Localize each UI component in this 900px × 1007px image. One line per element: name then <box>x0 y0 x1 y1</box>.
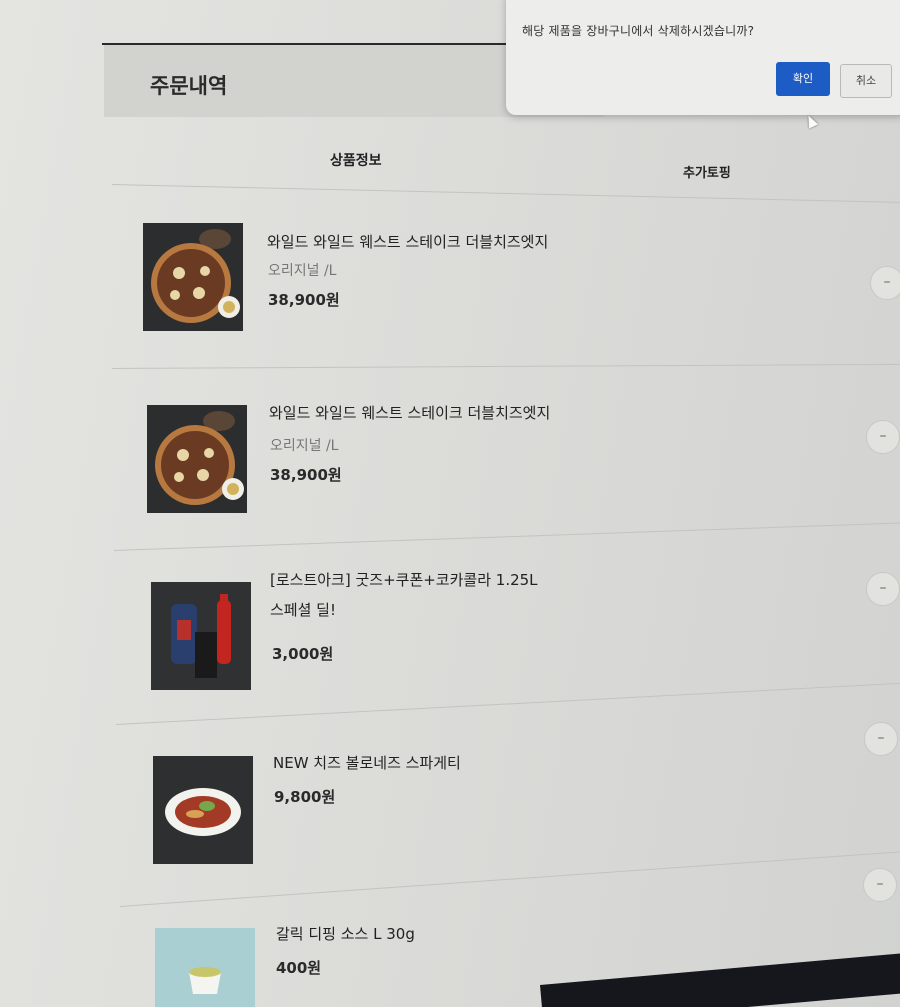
delete-confirm-dialog: 해당 제품을 장바구니에서 삭제하시겠습니까? 확인 취소 <box>506 0 900 115</box>
cancel-button[interactable]: 취소 <box>840 64 892 98</box>
item-name: 와일드 와일드 웨스트 스테이크 더블치즈엣지 <box>267 233 549 251</box>
pizza-image <box>143 223 243 331</box>
quantity-decrease-button[interactable]: – <box>863 868 897 902</box>
quantity-decrease-button[interactable]: – <box>864 722 898 756</box>
column-header-extra-topping: 추가토핑 <box>683 166 731 181</box>
item-price: 38,900원 <box>270 466 342 484</box>
quantity-decrease-button[interactable]: – <box>870 266 900 300</box>
header-divider <box>111 184 900 203</box>
pizza-image <box>147 405 247 513</box>
item-price: 3,000원 <box>272 645 334 663</box>
confirm-button[interactable]: 확인 <box>776 62 830 96</box>
item-name: [로스트아크] 굿즈+쿠폰+코카콜라 1.25L 스페셜 딜! <box>270 571 538 619</box>
taskbar <box>540 948 900 1007</box>
item-option: 오리지널 /L <box>268 263 337 279</box>
quantity-decrease-button[interactable]: – <box>866 420 900 454</box>
mouse-cursor-icon <box>803 113 819 129</box>
cart-page: 주문내역 상품정보 추가토핑 와일드 와일드 웨스트 스테이크 더블치즈엣지 오… <box>0 0 900 1007</box>
item-price: 38,900원 <box>268 291 340 309</box>
item-name: 갈릭 디핑 소스 L 30g <box>276 925 415 943</box>
item-name: 와일드 와일드 웨스트 스테이크 더블치즈엣지 <box>269 404 551 422</box>
item-name: NEW 치즈 볼로네즈 스파게티 <box>273 754 461 772</box>
spaghetti-image <box>153 756 253 864</box>
item-price: 400원 <box>276 959 322 977</box>
quantity-decrease-button[interactable]: – <box>866 572 900 606</box>
order-title: 주문내역 <box>150 74 228 98</box>
item-divider <box>113 522 900 551</box>
column-header-product-info: 상품정보 <box>330 153 382 169</box>
item-divider <box>111 363 900 369</box>
garlic-sauce-image <box>155 928 255 1007</box>
item-option: 오리지널 /L <box>270 438 339 454</box>
item-price: 9,800원 <box>274 788 336 806</box>
goods-cola-image <box>151 582 251 690</box>
dialog-message: 해당 제품을 장바구니에서 삭제하시겠습니까? <box>522 24 755 38</box>
